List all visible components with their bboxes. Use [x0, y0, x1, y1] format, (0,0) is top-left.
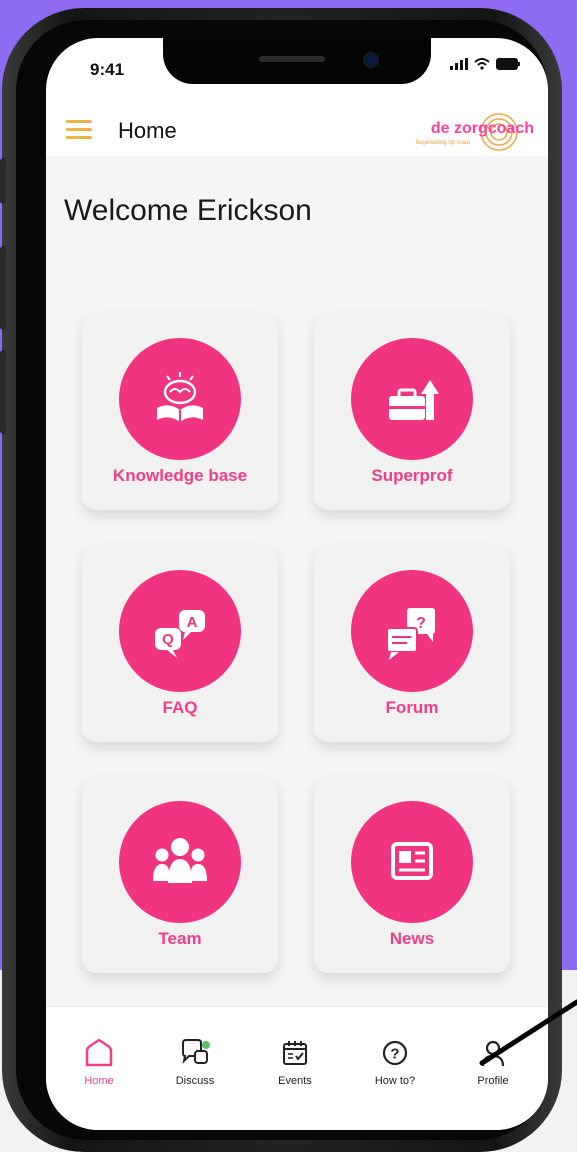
status-icons [450, 58, 520, 70]
discuss-icon [182, 1039, 210, 1065]
tile-label: FAQ [162, 698, 198, 717]
wifi-icon [474, 58, 490, 70]
svg-text:Q: Q [162, 631, 174, 648]
help-circle-icon: ? [382, 1040, 408, 1066]
tile-label: Knowledge base [112, 466, 248, 485]
front-camera [363, 52, 379, 68]
tab-home[interactable]: Home [62, 1033, 136, 1087]
chat-bubbles-icon: ? [386, 608, 435, 660]
tab-how-to[interactable]: ? How to? [358, 1033, 432, 1087]
menu-icon[interactable] [66, 120, 92, 140]
briefcase-growth-icon [389, 380, 439, 420]
speaker [259, 56, 325, 62]
tile-label: Superprof [371, 466, 453, 485]
tile-icon-circle [351, 338, 473, 460]
phone-frame: 9:41 Home de zorgcoach begeleiding op ma… [0, 8, 562, 1152]
profile-icon [481, 1040, 505, 1067]
tile-icon-circle [119, 801, 241, 923]
tab-label: Home [84, 1075, 114, 1087]
logo-tagline: begeleiding op maat [415, 140, 470, 146]
home-content: Welcome Erickson Knowledge base Superpro… [46, 156, 548, 1006]
tile-icon-circle [119, 338, 241, 460]
tab-profile[interactable]: Profile [456, 1033, 530, 1087]
tile-label: Team [158, 929, 202, 948]
calendar-icon [283, 1041, 307, 1065]
tile-team[interactable]: Team [82, 777, 278, 973]
volume-up-button [0, 246, 6, 330]
tab-discuss[interactable]: Discuss [158, 1033, 232, 1087]
bottom-tab-bar: Home Discuss Events ? How to? Profile [46, 1006, 548, 1130]
page-title: Home [118, 118, 177, 143]
tile-label: News [389, 929, 435, 948]
logo-text: de zorgcoach [430, 120, 534, 137]
tile-faq[interactable]: A Q FAQ [82, 546, 278, 742]
tile-superprof[interactable]: Superprof [314, 314, 510, 510]
tile-forum[interactable]: ? Forum [314, 546, 510, 742]
svg-text:?: ? [390, 1046, 399, 1063]
phone-screen: 9:41 Home de zorgcoach begeleiding op ma… [46, 38, 548, 1130]
tile-icon-circle [351, 801, 473, 923]
app-header: Home de zorgcoach begeleiding op maat [46, 100, 548, 156]
tile-news[interactable]: News [314, 777, 510, 973]
book-brain-icon [157, 372, 203, 422]
people-icon [153, 838, 207, 883]
tile-knowledge-base[interactable]: Knowledge base [82, 314, 278, 510]
tile-icon-circle: A Q [119, 570, 241, 692]
tab-label: Events [278, 1075, 312, 1087]
tile-label: Forum [385, 698, 439, 717]
status-time: 9:41 [90, 60, 125, 79]
tab-label: How to? [374, 1075, 416, 1087]
qa-bubbles-icon: A Q [155, 610, 205, 658]
tab-label: Profile [477, 1075, 509, 1087]
battery-icon [496, 58, 520, 70]
tab-label: Discuss [175, 1075, 215, 1087]
signal-icon [450, 58, 468, 70]
home-icon [85, 1038, 113, 1067]
newspaper-icon [391, 842, 433, 880]
notch [163, 38, 431, 84]
volume-down-button [0, 350, 6, 434]
tab-events[interactable]: Events [258, 1033, 332, 1087]
svg-text:A: A [187, 614, 198, 631]
mute-switch [0, 158, 6, 204]
brand-logo: de zorgcoach begeleiding op maat [404, 112, 534, 152]
welcome-heading: Welcome Erickson [64, 194, 312, 227]
tile-icon-circle: ? [351, 570, 473, 692]
